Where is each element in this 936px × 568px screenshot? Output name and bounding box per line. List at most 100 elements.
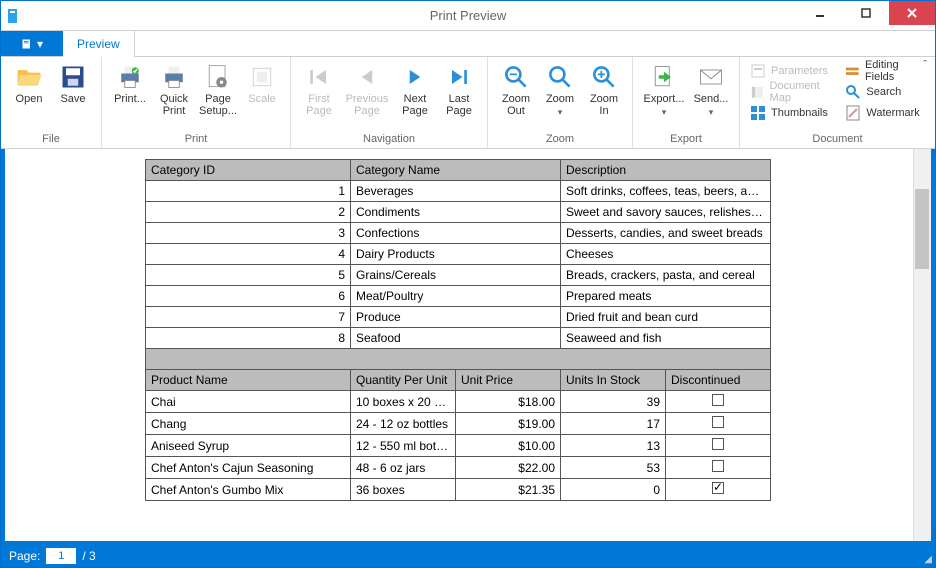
chevron-down-icon: ▾ [709, 107, 714, 118]
watermark-icon [845, 105, 861, 121]
col-product-name: Product Name [146, 370, 351, 391]
search-icon [845, 84, 861, 100]
scale-button: Scale [240, 59, 284, 131]
total-pages: / 3 [82, 549, 95, 563]
window-title: Print Preview [1, 8, 935, 23]
vertical-scrollbar[interactable] [913, 149, 931, 541]
ribbon-group-export: Export... ▾ Send... ▾ Export [633, 57, 740, 148]
titlebar: Print Preview [1, 1, 935, 31]
export-button[interactable]: Export... ▾ [639, 59, 689, 131]
table-row: Aniseed Syrup12 - 550 ml bottl...$10.001… [146, 435, 771, 457]
table-row: 7ProduceDried fruit and bean curd [146, 307, 771, 328]
ribbon-group-zoom: Zoom Out Zoom ▾ Zoom In Zoom [488, 57, 633, 148]
zoom-icon [546, 63, 574, 91]
previous-page-button: Previous Page [341, 59, 393, 131]
zoom-in-icon [590, 63, 618, 91]
window-buttons [797, 1, 935, 25]
ribbon-group-document: Parameters Document Map Thumbnails Editi… [740, 57, 935, 148]
table-row: 8SeafoodSeaweed and fish [146, 328, 771, 349]
chevron-down-icon: ▾ [37, 37, 43, 51]
col-category-name: Category Name [351, 160, 561, 181]
watermark-button[interactable]: Watermark [845, 103, 925, 123]
last-page-button[interactable]: Last Page [437, 59, 481, 131]
col-description: Description [561, 160, 771, 181]
close-button[interactable] [889, 1, 935, 25]
checkbox-icon [712, 482, 724, 494]
table-row: 4Dairy ProductsCheeses [146, 244, 771, 265]
table-row: 2CondimentsSweet and savory sauces, reli… [146, 202, 771, 223]
table-row: 6Meat/PoultryPrepared meats [146, 286, 771, 307]
file-menu-button[interactable]: ▾ [1, 31, 63, 56]
ribbon-group-navigation: First Page Previous Page Next Page Last … [291, 57, 488, 148]
ribbon: ˆ Open Save File Print... Quick Print [1, 57, 935, 149]
tabstrip: ▾ Preview [1, 31, 935, 57]
statusbar: Page: / 3 ◢ [1, 545, 935, 567]
col-discontinued: Discontinued [666, 370, 771, 391]
col-category-id: Category ID [146, 160, 351, 181]
first-page-button: First Page [297, 59, 341, 131]
checkbox-icon [712, 438, 724, 450]
current-page-input[interactable] [46, 548, 76, 564]
scroll-thumb[interactable] [915, 189, 929, 269]
page-surface[interactable]: Category ID Category Name Description 1B… [5, 149, 913, 541]
save-button[interactable]: Save [51, 59, 95, 131]
send-button[interactable]: Send... ▾ [689, 59, 733, 131]
zoom-out-button[interactable]: Zoom Out [494, 59, 538, 131]
table-row: Chef Anton's Gumbo Mix36 boxes$21.350 [146, 479, 771, 501]
preview-area: Category ID Category Name Description 1B… [1, 149, 935, 545]
editing-fields-button[interactable]: Editing Fields [845, 61, 925, 81]
chevron-down-icon: ▾ [558, 107, 563, 118]
table-row: 1BeveragesSoft drinks, coffees, teas, be… [146, 181, 771, 202]
save-icon [59, 63, 87, 91]
next-page-icon [401, 63, 429, 91]
resize-grip-icon[interactable]: ◢ [924, 554, 932, 565]
thumbnails-icon [750, 105, 766, 121]
thumbnails-button[interactable]: Thumbnails [750, 103, 837, 123]
checkbox-icon [712, 394, 724, 406]
print-button[interactable]: Print... [108, 59, 152, 131]
page-setup-button[interactable]: Page Setup... [196, 59, 240, 131]
quick-print-icon [160, 63, 188, 91]
parameters-icon [750, 63, 766, 79]
previous-page-icon [353, 63, 381, 91]
printer-icon [116, 63, 144, 91]
table-row: Chang24 - 12 oz bottles$19.0017 [146, 413, 771, 435]
products-table: Product Name Quantity Per Unit Unit Pric… [145, 369, 771, 501]
tab-preview[interactable]: Preview [63, 31, 135, 56]
parameters-button: Parameters [750, 61, 837, 81]
export-icon [650, 63, 678, 91]
document-map-button: Document Map [750, 82, 837, 102]
page-label: Page: [9, 549, 40, 563]
document-map-icon [750, 84, 765, 100]
col-qpu: Quantity Per Unit [351, 370, 456, 391]
open-button[interactable]: Open [7, 59, 51, 131]
first-page-icon [305, 63, 333, 91]
table-row: Chai10 boxes x 20 ba...$18.0039 [146, 391, 771, 413]
ribbon-group-print: Print... Quick Print Page Setup... Scale… [102, 57, 291, 148]
zoom-button[interactable]: Zoom ▾ [538, 59, 582, 131]
zoom-in-button[interactable]: Zoom In [582, 59, 626, 131]
next-page-button[interactable]: Next Page [393, 59, 437, 131]
envelope-icon [697, 63, 725, 91]
checkbox-icon [712, 460, 724, 472]
page-setup-icon [204, 63, 232, 91]
checkbox-icon [712, 416, 724, 428]
table-row: 5Grains/CerealsBreads, crackers, pasta, … [146, 265, 771, 286]
col-unit-price: Unit Price [456, 370, 561, 391]
quick-print-button[interactable]: Quick Print [152, 59, 196, 131]
folder-open-icon [15, 63, 43, 91]
zoom-out-icon [502, 63, 530, 91]
categories-table: Category ID Category Name Description 1B… [145, 159, 771, 370]
last-page-icon [445, 63, 473, 91]
minimize-button[interactable] [797, 1, 843, 25]
table-row: 3ConfectionsDesserts, candies, and sweet… [146, 223, 771, 244]
table-row: Chef Anton's Cajun Seasoning48 - 6 oz ja… [146, 457, 771, 479]
scale-icon [248, 63, 276, 91]
editing-fields-icon [845, 63, 860, 79]
ribbon-group-file: Open Save File [1, 57, 102, 148]
col-stock: Units In Stock [561, 370, 666, 391]
search-button[interactable]: Search [845, 82, 925, 102]
maximize-button[interactable] [843, 1, 889, 25]
chevron-down-icon: ▾ [662, 107, 667, 118]
ribbon-collapse-icon[interactable]: ˆ [923, 59, 927, 71]
